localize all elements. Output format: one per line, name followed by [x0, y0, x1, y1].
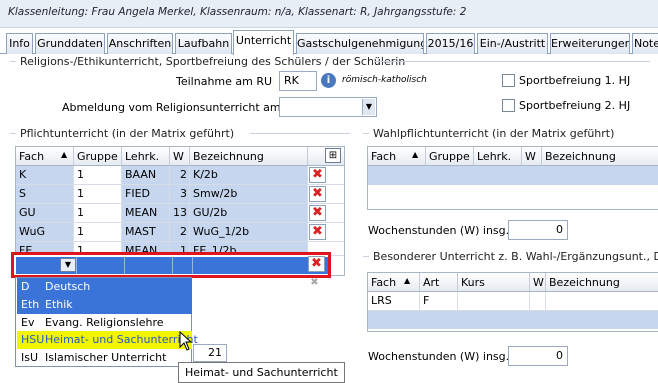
- sport2-checkbox[interactable]: [502, 99, 515, 112]
- tab-anschriften[interactable]: Anschriften: [107, 33, 173, 54]
- religion-group: Religions-/Ethikunterricht, Sportbefreiu…: [10, 55, 650, 69]
- col-header-fach[interactable]: Fach ▲: [16, 147, 74, 166]
- col-header-kurs[interactable]: Kurs: [458, 273, 530, 292]
- wahl-group-title: Wahlpflichtunterricht (in der Matrix gef…: [373, 127, 619, 140]
- delete-row-icon[interactable]: ✖: [308, 256, 325, 272]
- wahl-hours-label: Wochenstunden (W) insg.: [368, 224, 510, 237]
- sport1-checkbox[interactable]: [502, 74, 515, 87]
- besonderer-hours-value: 0: [508, 346, 568, 366]
- tab-schuljahr[interactable]: 2015/16: [426, 33, 475, 54]
- besonderer-group-title: Besonderer Unterricht z. B. Wahl-/Ergänz…: [373, 250, 658, 263]
- col-header-w[interactable]: W: [170, 147, 190, 166]
- besonderer-grid: Fach ▲ Art Kurs W Bezeichnung LRS F: [367, 272, 658, 332]
- info-icon[interactable]: i: [321, 73, 336, 88]
- tab-unterricht[interactable]: Unterricht: [233, 30, 294, 55]
- new-row-highlight: ▼ ✖: [11, 252, 331, 278]
- religion-group-title: Religions-/Ethikunterricht, Sportbefreiu…: [20, 55, 410, 68]
- sport2-label: Sportbefreiung 2. HJ: [519, 99, 631, 112]
- wahl-group: Wahlpflichtunterricht (in der Matrix gef…: [363, 127, 658, 141]
- pflicht-group: Pflichtunterricht (in der Matrix geführt…: [10, 127, 350, 141]
- table-row[interactable]: WuG 1 MAST 2 WuG_1/2b ✖: [16, 223, 344, 242]
- col-header-fach[interactable]: Fach ▲: [368, 147, 426, 166]
- wahl-hours-value: 0: [508, 220, 568, 240]
- tooltip: Heimat- und Sachunterricht: [178, 362, 345, 383]
- col-header-bezeichnung[interactable]: Bezeichnung: [190, 147, 308, 166]
- table-row[interactable]: [368, 166, 658, 185]
- info-bar: Klassenleitung: Frau Angela Merkel, Klas…: [0, 0, 658, 28]
- mouse-cursor-icon: [179, 331, 193, 351]
- dropdown-item[interactable]: Ev Evang. Religionslehre: [17, 314, 192, 332]
- table-row[interactable]: S 1 FIED 3 Smw/2b ✖: [16, 185, 344, 204]
- col-header-bezeichnung[interactable]: Bezeichnung: [542, 147, 658, 166]
- col-header-gruppe[interactable]: Gruppe: [74, 147, 122, 166]
- table-row[interactable]: [368, 311, 658, 329]
- tab-erweiterungen[interactable]: Erweiterungen: [550, 33, 630, 54]
- delete-row-icon[interactable]: ✖: [309, 167, 326, 183]
- tab-ein-austritt[interactable]: Ein-/Austritt: [477, 33, 548, 54]
- tab-gastschulgenehmigung[interactable]: Gastschulgenehmigung: [296, 33, 424, 54]
- table-row[interactable]: LRS F: [368, 292, 658, 311]
- pflicht-hours-total: 21: [193, 344, 227, 362]
- grid-settings-icon[interactable]: ⊞: [325, 148, 341, 163]
- col-header-fach[interactable]: Fach ▲: [368, 273, 420, 292]
- besonderer-hours-label: Wochenstunden (W) insg.: [368, 350, 510, 363]
- fach-dropdown-chevron-icon[interactable]: ▼: [60, 258, 76, 272]
- deregistration-date-input[interactable]: ▼: [279, 97, 377, 117]
- tab-strip: Info Grunddaten Anschriften Laufbahn Unt…: [0, 30, 658, 55]
- fach-dropdown-list[interactable]: D Deutsch Eth Ethik Ev Evang. Religionslehr…: [15, 277, 198, 367]
- table-row[interactable]: GU 1 MEAN 13 GU/2b ✖: [16, 204, 344, 223]
- delete-row-icon[interactable]: ✖: [309, 186, 326, 202]
- col-header-art[interactable]: Art: [420, 273, 458, 292]
- col-header-action: ⊞: [308, 147, 344, 166]
- table-row[interactable]: K 1 BAAN 2 K/2b ✖: [16, 166, 344, 185]
- dropdown-item[interactable]: IsU Islamischer Unterricht: [17, 349, 192, 367]
- pflicht-group-title: Pflichtunterricht (in der Matrix geführt…: [20, 127, 239, 140]
- wahl-grid: Fach ▲ Gruppe Lehrk. W Bezeichnung: [367, 146, 658, 210]
- sport1-label: Sportbefreiung 1. HJ: [519, 74, 631, 87]
- col-header-lehrk[interactable]: Lehrk.: [474, 147, 522, 166]
- col-header-lehrk[interactable]: Lehrk.: [122, 147, 170, 166]
- tab-laufbahn[interactable]: Laufbahn: [175, 33, 232, 54]
- tab-noten[interactable]: Note: [632, 33, 658, 54]
- col-header-w[interactable]: W: [530, 273, 546, 292]
- col-header-w[interactable]: W: [522, 147, 542, 166]
- delete-row-icon[interactable]: ✖: [309, 205, 326, 221]
- participation-input[interactable]: RK: [279, 71, 317, 91]
- participation-label: Teilnahme am RU: [176, 75, 273, 88]
- deregistration-label: Abmeldung vom Religionsunterricht am: [62, 101, 281, 114]
- tab-grunddaten[interactable]: Grunddaten: [35, 33, 105, 54]
- tab-info[interactable]: Info: [6, 33, 33, 54]
- chevron-down-icon[interactable]: ▼: [362, 99, 375, 115]
- besonderer-group: Besonderer Unterricht z. B. Wahl-/Ergänz…: [363, 250, 658, 264]
- dropdown-item[interactable]: Eth Ethik: [17, 296, 192, 314]
- participation-description: römisch-katholisch: [342, 75, 427, 85]
- col-header-bezeichnung[interactable]: Bezeichnung: [546, 273, 658, 292]
- delete-row-icon[interactable]: ✖: [309, 224, 326, 240]
- disabled-delete-icon: ✖: [310, 277, 319, 288]
- dropdown-item[interactable]: D Deutsch: [17, 278, 192, 296]
- new-row[interactable]: ▼: [16, 257, 328, 274]
- dropdown-item-highlighted[interactable]: HSUHeimat- und Sachunterricht: [17, 331, 198, 349]
- col-header-gruppe[interactable]: Gruppe: [426, 147, 474, 166]
